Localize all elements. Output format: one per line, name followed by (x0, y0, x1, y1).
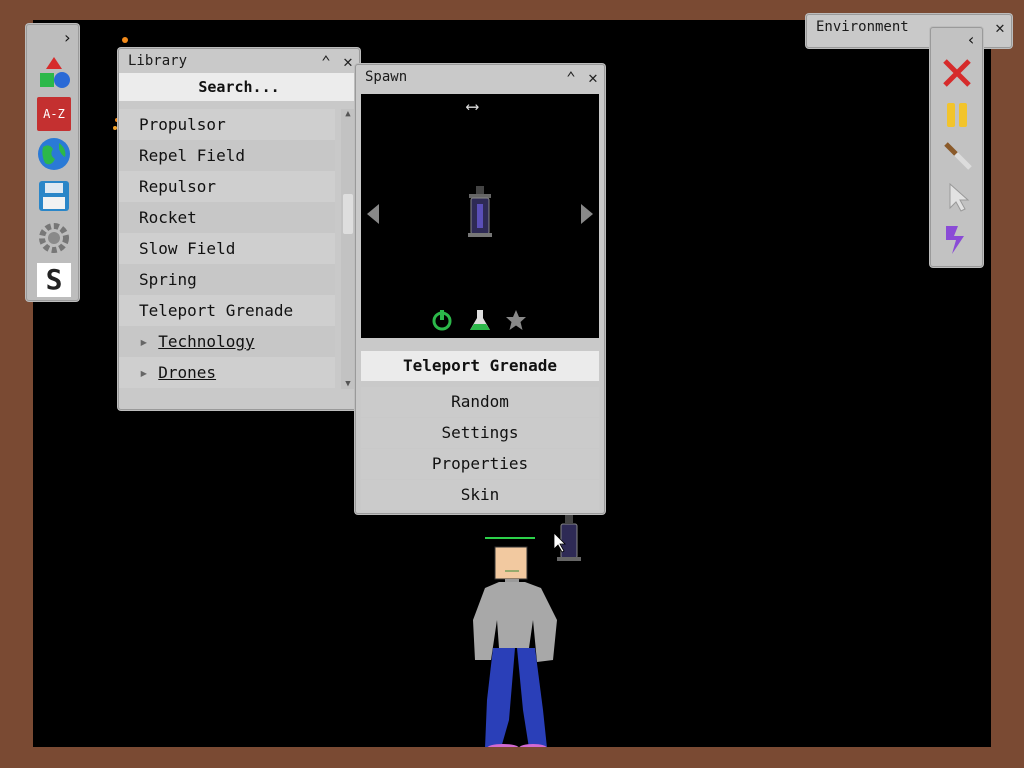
knife-icon[interactable] (940, 138, 974, 172)
library-item[interactable]: Spring (119, 264, 335, 295)
library-item[interactable]: Rocket (119, 202, 335, 233)
close-icon[interactable]: ✕ (989, 16, 1011, 38)
spawn-panel: Spawn ⌃ ✕ ⟷ Teleport Grenade Random Sett… (355, 64, 605, 514)
library-item[interactable]: Repulsor (119, 171, 335, 202)
library-item-label: Repulsor (139, 177, 217, 196)
expand-folder-arrow-icon[interactable]: ▸ (139, 363, 158, 382)
library-list: Propulsor Repel Field Repulsor Rocket Slow F… (119, 109, 335, 388)
library-item[interactable]: Slow Field (119, 233, 335, 264)
library-scrollbar[interactable]: ▲ ▼ (341, 109, 355, 389)
expand-arrow-icon[interactable]: › (62, 28, 72, 47)
library-item-label: Spring (139, 270, 197, 289)
close-icon[interactable]: ✕ (582, 66, 604, 88)
library-title: Library (128, 53, 188, 69)
library-item-label: Propulsor (139, 115, 226, 134)
library-item-label: Rocket (139, 208, 197, 227)
globe-icon[interactable] (37, 137, 71, 171)
selected-item-label: Teleport Grenade (361, 351, 599, 381)
library-item[interactable]: Propulsor (119, 109, 335, 140)
spawn-title: Spawn (365, 69, 408, 85)
scroll-down-arrow-icon[interactable]: ▼ (341, 379, 355, 389)
library-search-field[interactable]: Search... (119, 73, 359, 101)
favorite-star-icon[interactable] (504, 308, 528, 332)
grenade-object (557, 515, 581, 561)
previous-item-arrow-icon[interactable] (367, 204, 379, 224)
resize-horizontal-icon[interactable]: ⟷ (467, 96, 478, 117)
expand-folder-arrow-icon[interactable]: ▸ (139, 332, 158, 351)
power-toggle-icon[interactable] (430, 308, 454, 332)
spawn-random-button[interactable]: Random (361, 387, 599, 417)
library-item-label: Technology (158, 332, 255, 351)
ragdoll-figure (473, 537, 557, 747)
library-folder[interactable]: ▸ Technology (119, 326, 335, 357)
spawn-properties-button[interactable]: Properties (361, 449, 599, 479)
teleport-grenade-preview (468, 186, 492, 237)
collapse-up-icon[interactable]: ⌃ (560, 66, 582, 88)
settings-gear-icon[interactable] (37, 221, 71, 255)
s-logo-icon[interactable]: S (37, 263, 71, 297)
a-z-label: A-Z (43, 107, 65, 121)
cursor-icon[interactable] (940, 180, 974, 214)
save-disk-icon[interactable] (37, 179, 71, 213)
spawn-skin-button[interactable]: Skin (361, 480, 599, 510)
library-folder[interactable]: ▸ Drones (119, 357, 335, 388)
collapse-left-arrow-icon[interactable]: ‹ (966, 30, 976, 49)
a-z-book-icon[interactable]: A-Z (37, 97, 71, 131)
pause-icon[interactable] (940, 98, 974, 132)
spawn-settings-button[interactable]: Settings (361, 418, 599, 448)
right-toolbar: ‹ (930, 27, 983, 267)
spawn-preview[interactable]: ⟷ (361, 94, 599, 338)
library-item-label: Repel Field (139, 146, 245, 165)
library-item-label: Teleport Grenade (139, 301, 294, 320)
search-placeholder: Search... (198, 78, 280, 96)
spawn-titlebar[interactable]: Spawn ⌃ ✕ (356, 65, 604, 89)
spawn-button-list: Random Settings Properties Skin (361, 387, 599, 510)
s-logo-letter: S (45, 263, 63, 296)
library-item[interactable]: Teleport Grenade (119, 295, 335, 326)
library-item-label: Drones (158, 363, 217, 382)
next-item-arrow-icon[interactable] (581, 204, 593, 224)
left-toolbar: › A-Z S (26, 24, 79, 301)
flask-icon[interactable] (468, 308, 492, 332)
library-titlebar[interactable]: Library ⌃ ✕ (119, 49, 359, 73)
library-item-label: Slow Field (139, 239, 236, 258)
library-panel: Library ⌃ ✕ Search... Propulsor Repel Fie… (118, 48, 360, 410)
delete-x-icon[interactable] (940, 56, 974, 90)
scroll-up-arrow-icon[interactable]: ▲ (341, 109, 355, 119)
lightning-icon[interactable] (940, 222, 974, 256)
library-item[interactable]: Repel Field (119, 140, 335, 171)
shapes-icon[interactable] (37, 55, 71, 89)
scrollbar-thumb[interactable] (343, 194, 353, 234)
collapse-up-icon[interactable]: ⌃ (315, 50, 337, 72)
